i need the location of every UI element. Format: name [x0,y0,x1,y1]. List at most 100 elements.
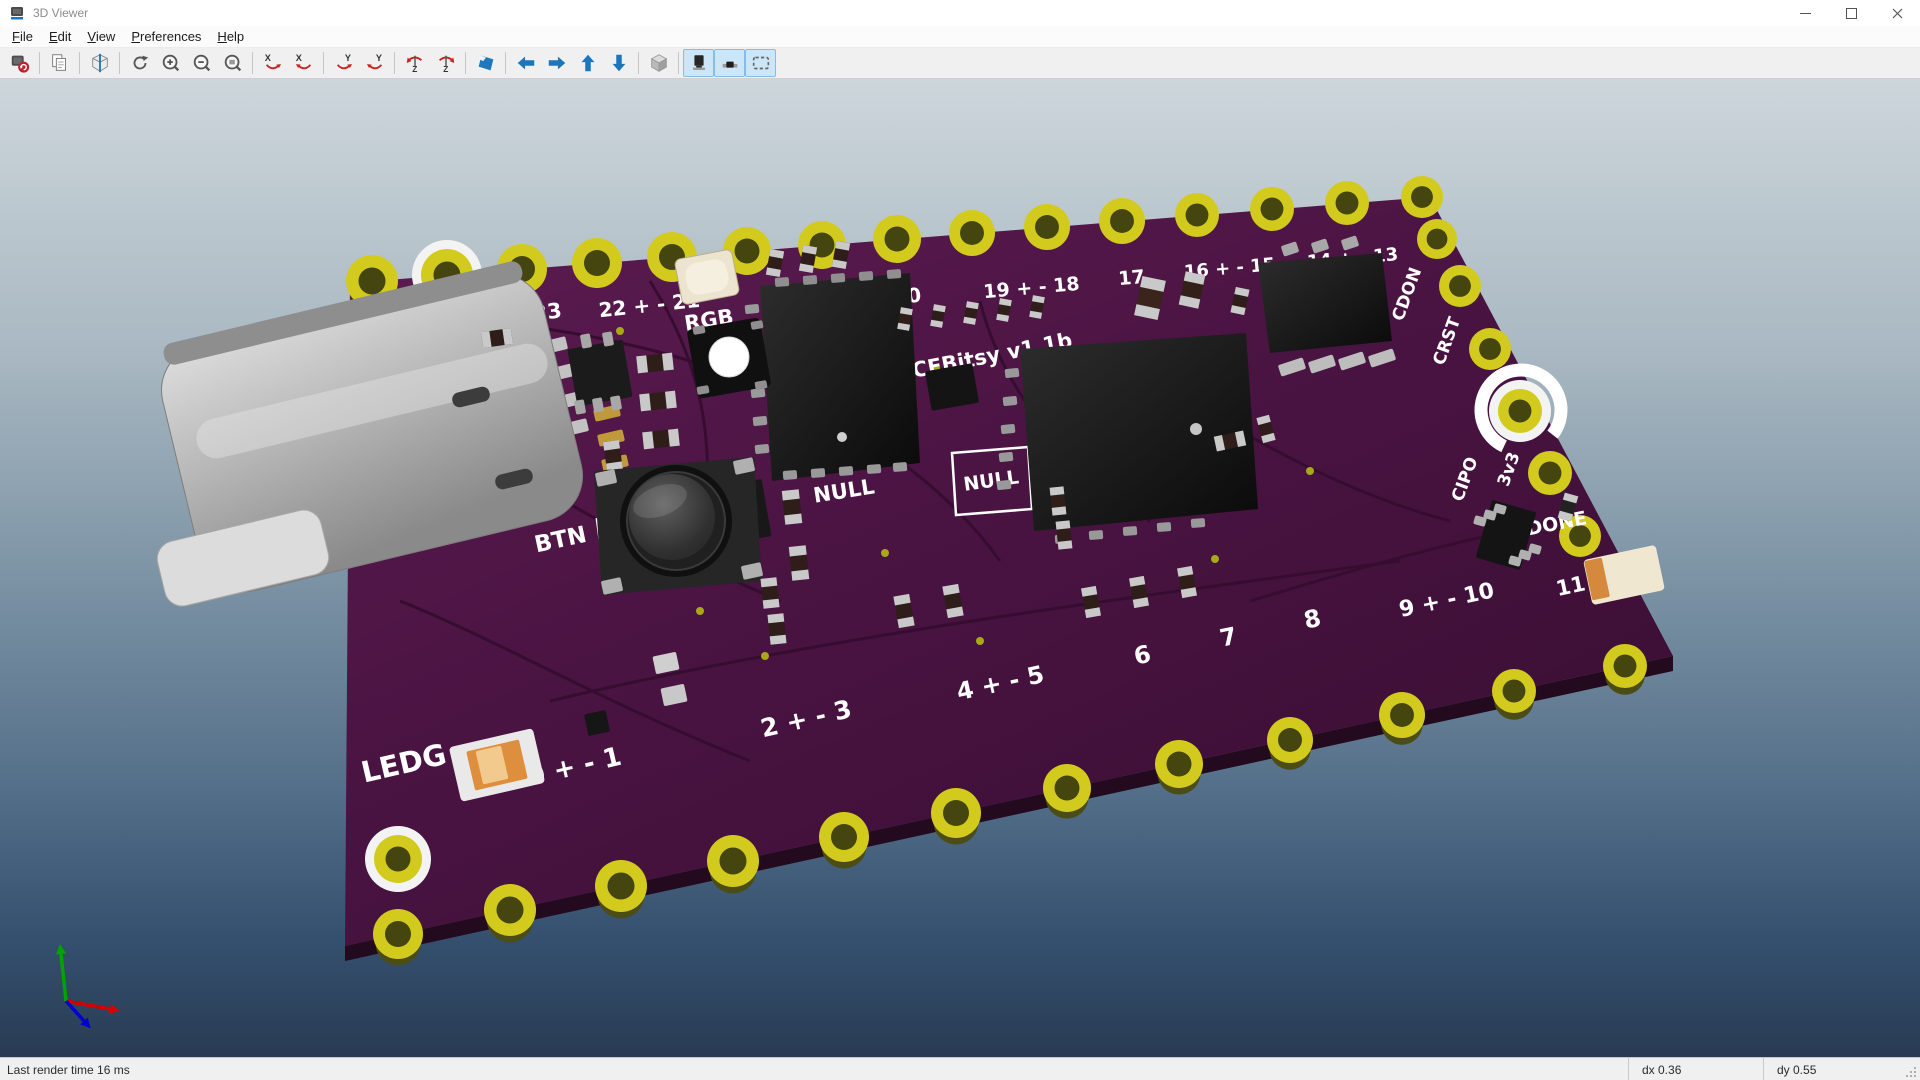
chip-pad [810,468,826,478]
passive-component [1055,520,1073,550]
reload-board-button[interactable] [4,49,35,77]
chip-pad [1004,367,1020,379]
zoom-in-icon [162,54,179,72]
regulator-ic [567,339,633,407]
svg-text:Y: Y [344,53,350,63]
redraw-button[interactable] [124,49,155,77]
small-ic [584,710,610,736]
rotate-z-cw-icon: Z [438,55,454,74]
raytracing-button[interactable] [643,49,674,77]
menu-view[interactable]: View [79,27,123,46]
resize-grip[interactable] [1898,1058,1920,1080]
passive-cap [1049,486,1065,496]
close-button[interactable] [1874,0,1920,26]
zoom-fit-icon [224,54,241,72]
drill-hole [1054,775,1080,801]
rotate-z-ccw-button[interactable]: Z [399,49,430,77]
svg-text:Y: Y [375,53,381,63]
drill-hole [1479,338,1501,360]
passive-cap [639,393,652,412]
pan-left-icon [517,56,534,70]
fpga-chip [760,273,920,481]
chip-pad [830,273,846,283]
passive-cap [1057,540,1073,550]
pan-up-icon [581,54,594,72]
passive-cap [781,489,800,501]
drill-hole [884,226,910,252]
passive-cap [661,352,674,371]
pan-right-button[interactable] [541,49,572,77]
passive-cap [769,634,787,645]
toolbar-separator [465,52,466,74]
passive-cap [1055,520,1071,530]
via [761,652,769,660]
drill-hole [496,896,524,924]
toolbar: X X Y Y Z Z [0,48,1920,79]
chip-pad [782,470,798,480]
passive-cap [760,577,778,588]
pan-right-icon [548,56,565,70]
chip-pad [1190,518,1206,528]
pcb-board: VIN3v32322 + - 212019 + - 181716 + - 151… [156,176,1673,966]
via [1211,555,1219,563]
flash-chip [1258,253,1392,353]
virtual-model-icon [752,56,769,70]
drill-hole [1508,399,1532,423]
pin1-dot [837,432,847,442]
toolbar-separator [252,52,253,74]
passive-component [1049,486,1067,516]
render-time-status: Last render time 16 ms [7,1062,130,1077]
drill-hole [943,800,969,826]
pan-down-button[interactable] [603,49,634,77]
toggle-smd-models-button[interactable] [714,49,745,77]
toggle-th-models-button[interactable] [683,49,714,77]
drill-hole [1613,654,1637,678]
drill-hole [734,238,760,264]
menu-file[interactable]: File [4,27,41,46]
toggle-virtual-models-button[interactable] [745,49,776,77]
drill-hole [385,846,411,872]
drill-hole [1390,703,1414,727]
zoom-fit-button[interactable] [217,49,248,77]
menu-edit[interactable]: Edit [41,27,79,46]
zoom-out-button[interactable] [186,49,217,77]
chip-pad [996,479,1012,491]
ortho-projection-button[interactable] [470,49,501,77]
rotate-y-ccw-button[interactable]: Y [328,49,359,77]
drill-hole [385,921,411,947]
chip-pad [838,466,854,476]
pan-up-button[interactable] [572,49,603,77]
zoom-out-icon [193,54,210,72]
display-options-button[interactable] [84,49,115,77]
drill-hole [1110,209,1134,233]
through-hole-model-icon [692,55,705,70]
pan-left-button[interactable] [510,49,541,77]
passive-cap [667,428,680,447]
maximize-button[interactable] [1828,0,1874,26]
rotate-z-ccw-icon: Z [406,55,422,74]
drill-hole [1335,191,1359,215]
drill-hole [1538,461,1562,485]
passive-cap [642,431,655,450]
display-options-icon [91,53,108,73]
rotate-z-cw-button[interactable]: Z [430,49,461,77]
rotate-x-cw-button[interactable]: X [288,49,319,77]
passive-component [760,577,780,609]
rotate-x-ccw-button[interactable]: X [257,49,288,77]
y-axis [59,953,68,1002]
menu-preferences[interactable]: Preferences [123,27,209,46]
viewport-3d[interactable]: VIN3v32322 + - 212019 + - 181716 + - 151… [0,79,1920,1057]
zoom-in-button[interactable] [155,49,186,77]
copy-icon [51,54,66,71]
copy-image-button[interactable] [44,49,75,77]
chip-pad [886,269,902,279]
menu-help[interactable]: Help [209,27,252,46]
ortho-projection-icon [478,55,493,71]
x-axis-arrowhead [109,1004,120,1014]
passive-cap [636,355,649,374]
passive-cap [791,569,810,581]
close-icon [1892,8,1902,18]
minimize-button[interactable] [1782,0,1828,26]
rotate-y-cw-button[interactable]: Y [359,49,390,77]
drill-hole [831,824,857,850]
